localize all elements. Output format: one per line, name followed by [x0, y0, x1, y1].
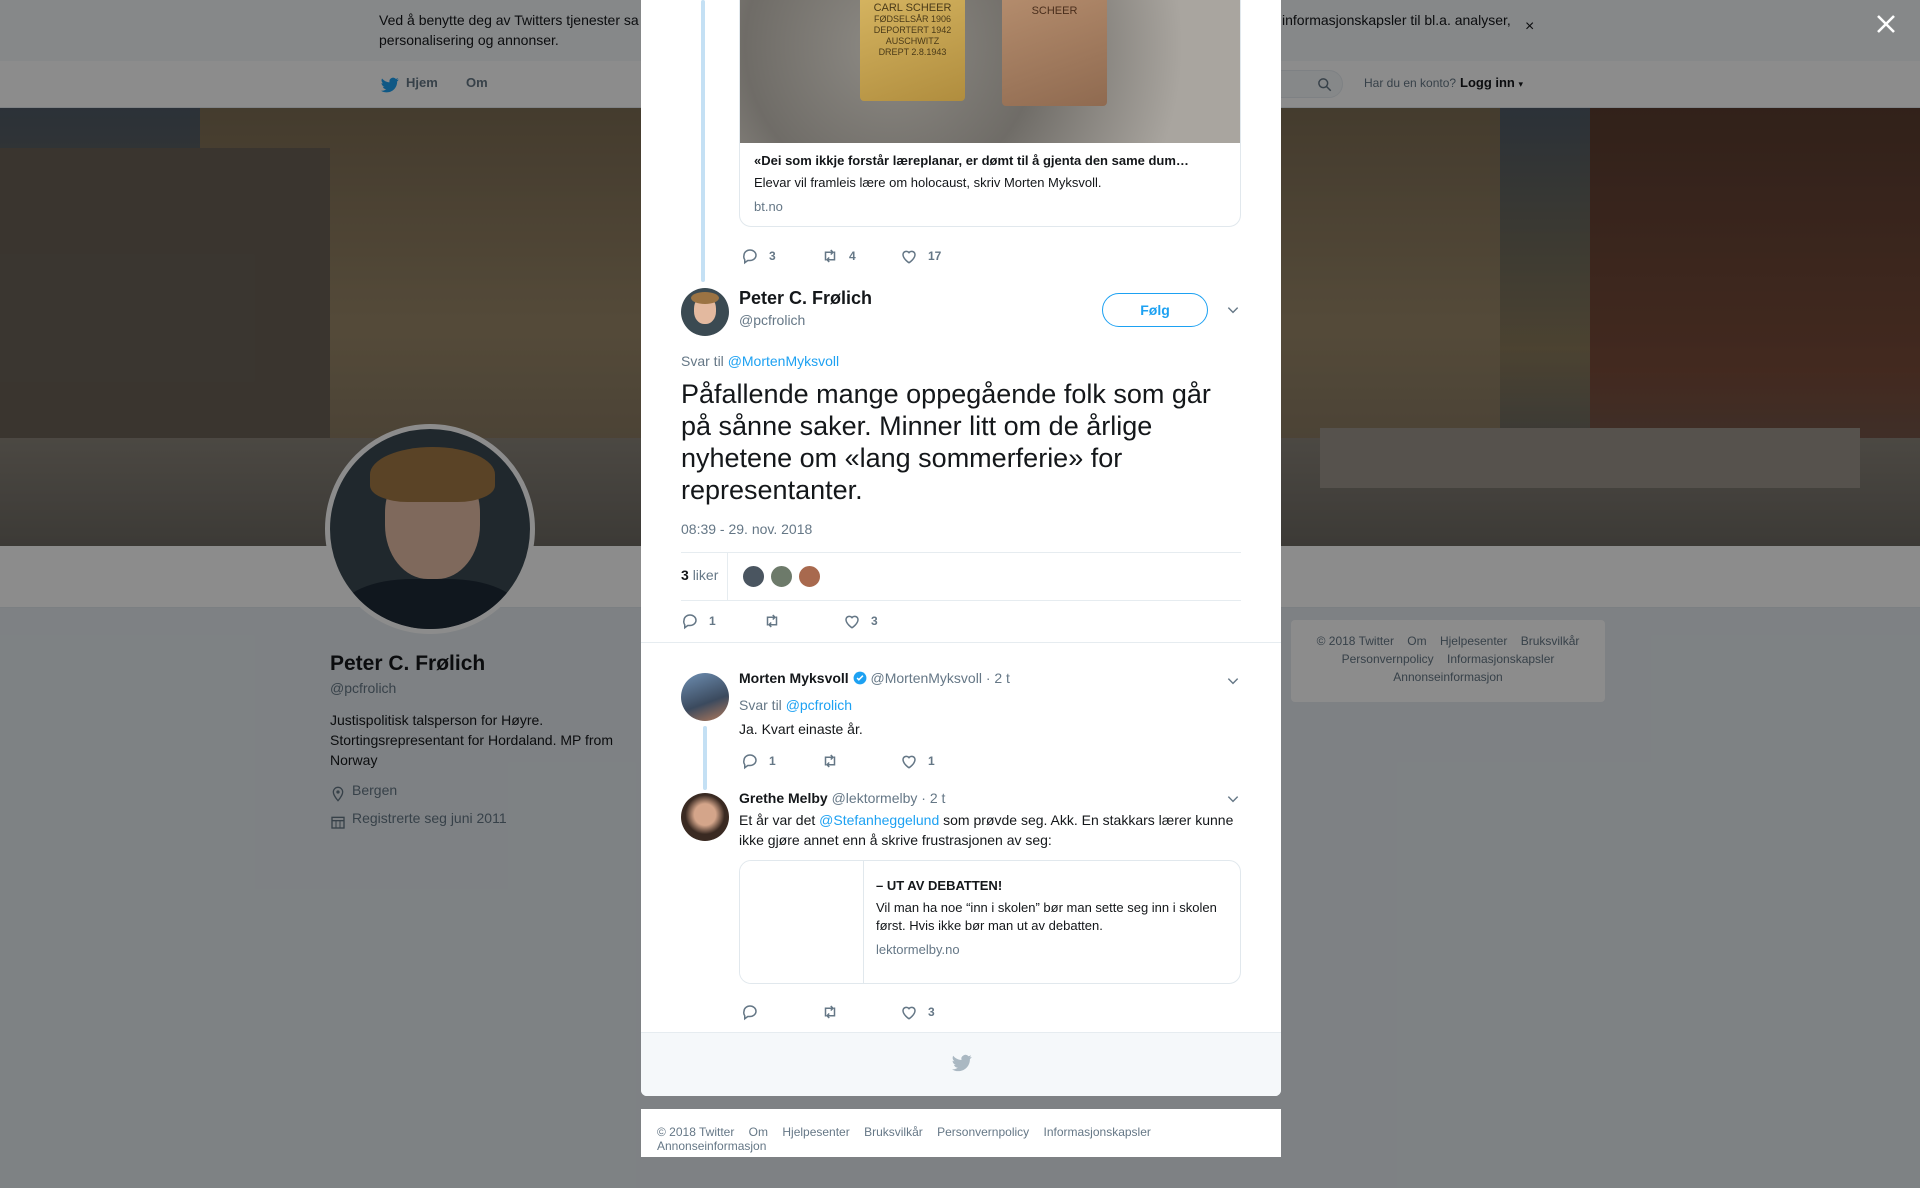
link-card-lektormelby[interactable]: – UT AV DEBATTEN! Vil man ha noe “inn i …	[739, 860, 1241, 984]
reply-time[interactable]: · 2 t	[921, 790, 945, 806]
card-description: Vil man ha noe “inn i skolen” bør man se…	[876, 900, 1217, 933]
tweet-modal: CARL SCHEER FØDSELSÅR 1906 DEPORTERT 194…	[641, 0, 1281, 1096]
reply-icon	[743, 249, 757, 265]
reply-to-mention[interactable]: @pcfrolich	[786, 697, 852, 713]
stolperstein-left: CARL SCHEER FØDSELSÅR 1906 DEPORTERT 194…	[860, 0, 965, 101]
retweet-icon	[824, 1005, 836, 1019]
likes-summary[interactable]: 3 liker	[681, 567, 718, 583]
card-domain: bt.no	[754, 199, 783, 214]
retweet-icon	[766, 614, 778, 628]
retweet-button[interactable]: 4	[821, 247, 856, 265]
reply-text: Et år var det @Stefanheggelund som prøvd…	[739, 812, 1234, 848]
reply-to: Svar til @MortenMyksvoll	[681, 353, 840, 369]
reply-author-handle[interactable]: @MortenMyksvoll	[870, 670, 981, 686]
verified-badge-icon	[853, 671, 867, 685]
reply-to: Svar til @pcfrolich	[739, 697, 853, 713]
reply-avatar-grethe[interactable]	[681, 793, 729, 841]
chevron-down-icon[interactable]	[1226, 303, 1240, 317]
heart-icon	[902, 755, 916, 769]
heart-icon	[902, 250, 916, 264]
liker-avatar[interactable]	[742, 565, 765, 588]
retweet-icon	[824, 249, 836, 263]
reply-avatar-morten[interactable]	[681, 673, 729, 721]
card-title: «Dei som ikkje forstår læreplanar, er dø…	[754, 153, 1189, 168]
reply-time[interactable]: · 2 t	[986, 670, 1010, 686]
author-handle[interactable]: @pcfrolich	[739, 312, 805, 328]
like-button[interactable]: 1	[900, 752, 935, 770]
divider	[727, 553, 728, 600]
author-name[interactable]: Peter C. Frølich	[739, 288, 872, 309]
like-button[interactable]: 3	[900, 1003, 935, 1021]
like-button[interactable]: 3	[843, 612, 878, 630]
retweet-button[interactable]	[763, 612, 791, 630]
reply-header: Morten Myksvoll @MortenMyksvoll · 2 t	[739, 670, 1010, 686]
footer-link-help[interactable]: Hjelpesenter	[782, 1125, 849, 1139]
card-domain: lektormelby.no	[876, 942, 960, 957]
footer-copyright: © 2018 Twitter	[657, 1125, 735, 1139]
liker-avatar[interactable]	[770, 565, 793, 588]
card-title: – UT AV DEBATTEN!	[876, 878, 1003, 893]
reply-icon	[743, 754, 757, 770]
footer-link-about[interactable]: Om	[749, 1125, 768, 1139]
card-description: Elevar vil framleis lære om holocaust, s…	[754, 175, 1102, 190]
modal-footer	[641, 1032, 1281, 1096]
reply-header: Grethe Melby @lektormelby · 2 t	[739, 790, 945, 806]
reply-button[interactable]: 1	[681, 612, 716, 630]
card-image	[740, 861, 864, 983]
chevron-down-icon[interactable]	[1226, 792, 1240, 806]
close-icon[interactable]	[1874, 12, 1898, 36]
like-button[interactable]: 17	[900, 247, 941, 265]
retweet-icon	[824, 754, 836, 768]
author-avatar[interactable]	[681, 288, 729, 336]
follow-button[interactable]: Følg	[1102, 293, 1208, 327]
reply-button[interactable]: 1	[741, 752, 776, 770]
footer-link-privacy[interactable]: Personvernpolicy	[937, 1125, 1029, 1139]
retweet-button[interactable]	[821, 752, 849, 770]
reply-author-handle[interactable]: @lektormelby	[832, 790, 918, 806]
likes-row	[681, 552, 1241, 601]
tweet-text: Påfallende mange oppegående folk som går…	[681, 379, 1211, 505]
link-card-bt[interactable]: CARL SCHEER FØDSELSÅR 1906 DEPORTERT 194…	[739, 0, 1241, 227]
footer-link-cookies[interactable]: Informasjonskapsler	[1044, 1125, 1151, 1139]
tweet-timestamp[interactable]: 08:39 - 29. nov. 2018	[681, 521, 812, 537]
heart-icon	[845, 615, 859, 629]
thread-line	[703, 726, 707, 790]
reply-author-name[interactable]: Grethe Melby	[739, 790, 828, 806]
reply-icon	[683, 614, 697, 630]
mention-link[interactable]: @Stefanheggelund	[819, 812, 939, 828]
reply-to-mention[interactable]: @MortenMyksvoll	[728, 353, 839, 369]
retweet-button[interactable]	[821, 1003, 849, 1021]
reply-author-name[interactable]: Morten Myksvoll	[739, 670, 849, 686]
chevron-down-icon[interactable]	[1226, 674, 1240, 688]
reply-button[interactable]	[741, 1003, 769, 1021]
heart-icon	[902, 1006, 916, 1020]
liker-avatar[interactable]	[798, 565, 821, 588]
card-image: CARL SCHEER FØDSELSÅR 1906 DEPORTERT 194…	[740, 0, 1240, 143]
reply-icon	[743, 1005, 757, 1021]
twitter-bird-icon	[952, 1054, 972, 1072]
thread-line	[701, 0, 705, 282]
footer-link-terms[interactable]: Bruksvilkår	[864, 1125, 923, 1139]
reply-text: Ja. Kvart einaste år.	[739, 721, 863, 737]
stolperstein-right: SCHEER	[1002, 0, 1107, 106]
divider	[641, 642, 1281, 643]
footer-link-ads[interactable]: Annonseinformasjon	[657, 1139, 766, 1153]
bottom-footer: © 2018 Twitter Om Hjelpesenter Bruksvilk…	[641, 1109, 1281, 1157]
reply-button[interactable]: 3	[741, 247, 776, 265]
